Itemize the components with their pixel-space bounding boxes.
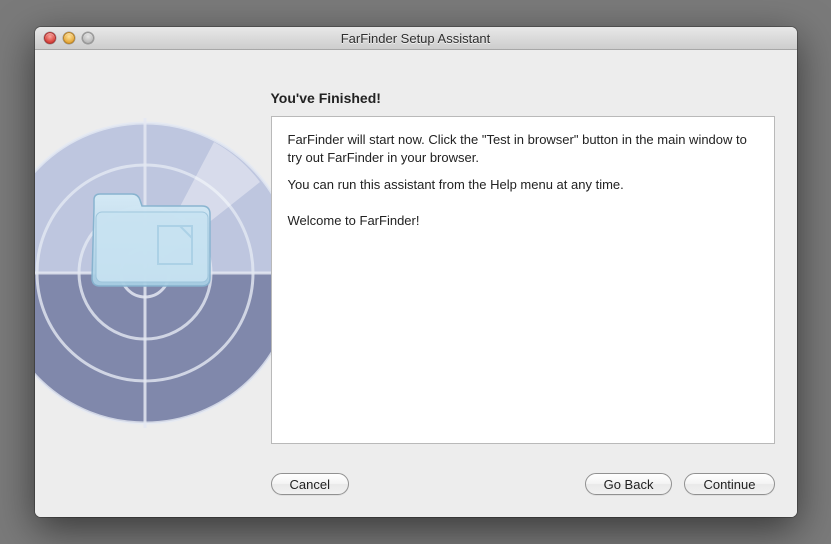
page-heading: You've Finished! <box>271 90 381 106</box>
body-text-1: FarFinder will start now. Click the "Tes… <box>288 131 758 166</box>
close-icon[interactable] <box>44 32 56 44</box>
zoom-icon <box>82 32 94 44</box>
radar-folder-icon <box>35 118 300 428</box>
cancel-button[interactable]: Cancel <box>271 473 349 495</box>
continue-button[interactable]: Continue <box>684 473 774 495</box>
titlebar[interactable]: FarFinder Setup Assistant <box>35 27 797 50</box>
minimize-icon[interactable] <box>63 32 75 44</box>
button-row: Cancel Go Back Continue <box>271 473 775 495</box>
go-back-button[interactable]: Go Back <box>585 473 673 495</box>
window-title: FarFinder Setup Assistant <box>35 31 797 46</box>
window-body: You've Finished! FarFinder will start no… <box>35 50 797 517</box>
body-text-2: You can run this assistant from the Help… <box>288 176 758 194</box>
setup-assistant-window: FarFinder Setup Assistant <box>35 27 797 517</box>
content-panel: FarFinder will start now. Click the "Tes… <box>271 116 775 444</box>
body-text-3: Welcome to FarFinder! <box>288 212 758 230</box>
traffic-lights <box>44 32 94 44</box>
